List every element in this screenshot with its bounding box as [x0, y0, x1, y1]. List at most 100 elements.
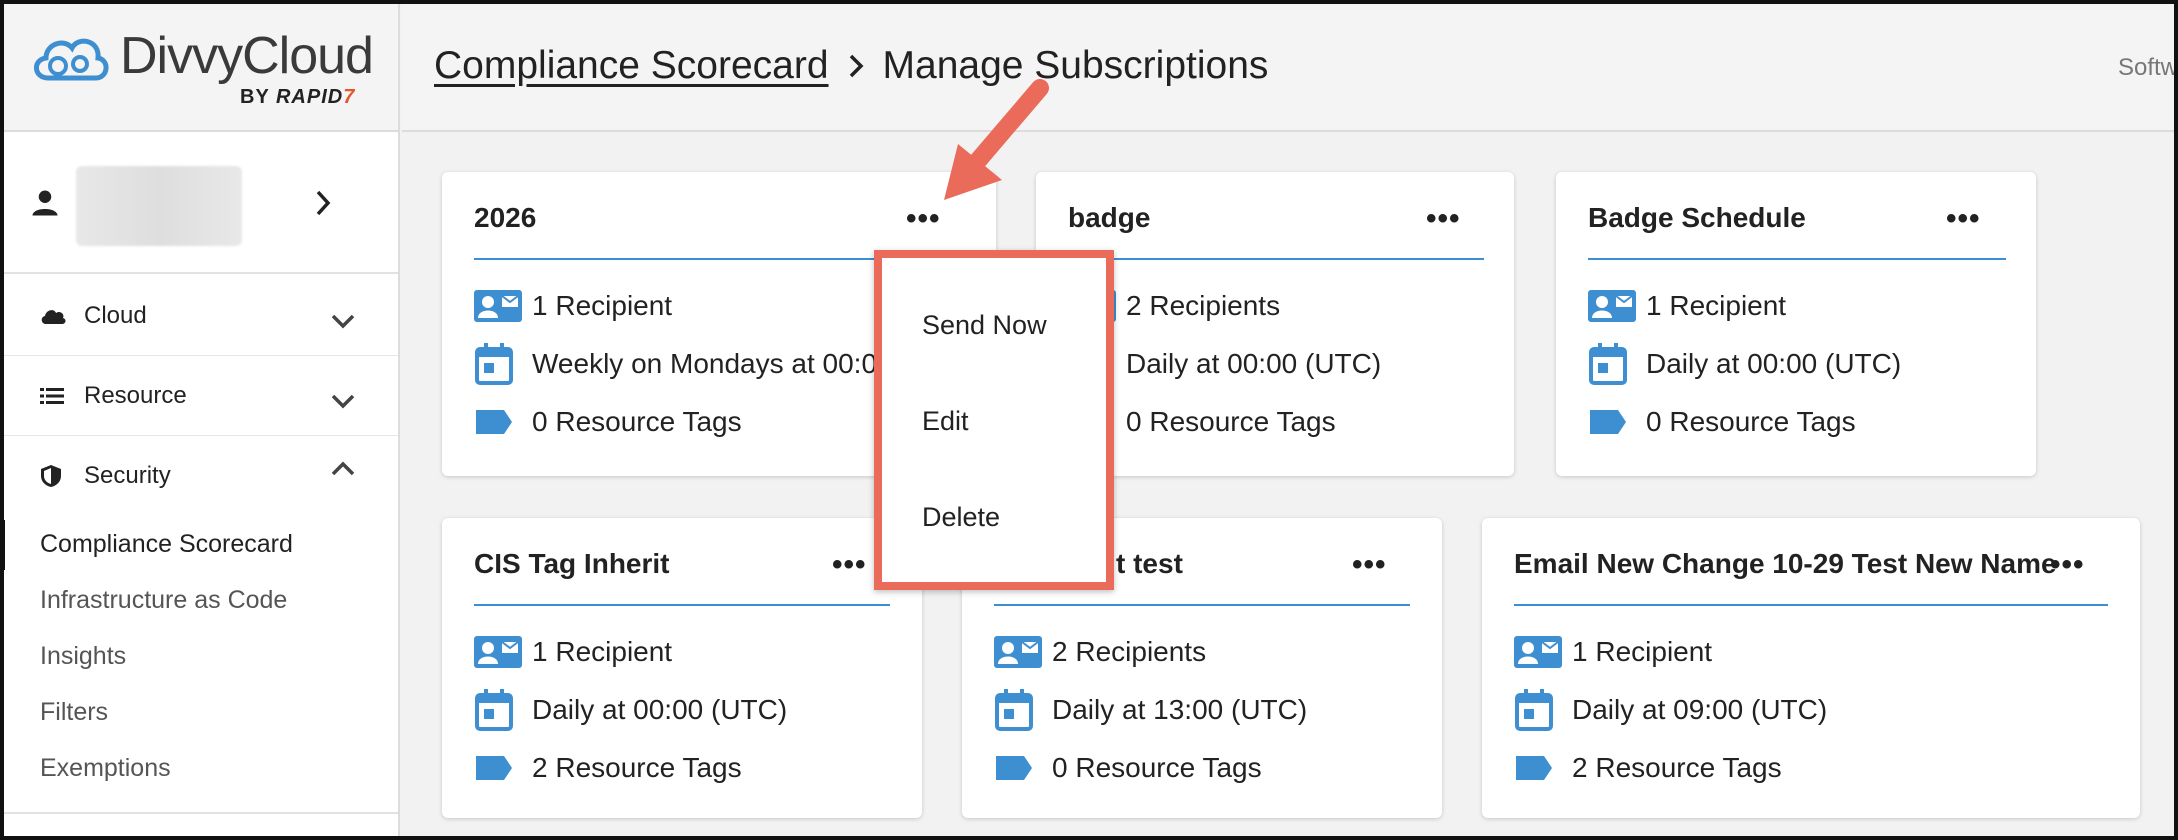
recipients-text: 1 Recipient	[532, 636, 673, 667]
recipients-text: 1 Recipient	[1646, 290, 1787, 321]
calendar-icon	[474, 689, 522, 731]
chevron-right-icon[interactable]	[312, 188, 334, 218]
user-menu[interactable]	[0, 134, 398, 274]
menu-item-send-now[interactable]: Send Now	[922, 310, 1047, 341]
tag-icon	[1514, 748, 1562, 788]
cloud-icon	[41, 309, 66, 324]
card-options-menu: Send Now Edit Delete	[874, 250, 1114, 590]
calendar-icon	[1514, 689, 1562, 731]
nav-cloud-label: Cloud	[84, 301, 147, 329]
tag-icon	[474, 402, 522, 442]
shield-icon	[41, 465, 61, 487]
recipients-text: 1 Recipient	[1572, 636, 1713, 667]
schedule-text: Daily at 00:00 (UTC)	[1126, 348, 1382, 379]
more-options-button[interactable]: •••	[1352, 548, 1387, 582]
nav-security-label: Security	[84, 462, 171, 489]
card-divider	[1514, 604, 2108, 606]
card-title: Badge Schedule	[1588, 202, 1806, 233]
card-title: 2026	[474, 202, 537, 233]
more-options-button[interactable]: •••	[832, 548, 867, 582]
user-icon	[32, 190, 58, 216]
page-header: Compliance Scorecard Manage Subscription…	[402, 0, 2178, 132]
sidebar-divider	[0, 812, 398, 814]
card-divider	[1068, 258, 1484, 260]
schedule-text: Weekly on Mondays at 00:00	[532, 348, 893, 379]
calendar-icon	[994, 689, 1042, 731]
subnav-infrastructure-as-code[interactable]: Infrastructure as Code	[40, 586, 287, 615]
nav-cloud[interactable]: Cloud	[0, 276, 398, 356]
card-recipients: 1 Recipient	[474, 286, 672, 326]
tags-text: 0 Resource Tags	[532, 406, 742, 437]
card-recipients: 1 Recipient	[1514, 632, 1712, 672]
tags-text: 2 Resource Tags	[1572, 752, 1782, 783]
card-recipients: 1 Recipient	[1588, 286, 1786, 326]
nav-resource[interactable]: Resource	[0, 356, 398, 436]
card-tags: 2 Resource Tags	[474, 748, 742, 788]
logo[interactable]: DivvyCloud BY RAPID7	[0, 0, 398, 132]
schedule-text: Daily at 00:00 (UTC)	[532, 694, 788, 725]
card-tags: 0 Resource Tags	[994, 748, 1262, 788]
menu-item-edit[interactable]: Edit	[922, 406, 969, 437]
tags-text: 0 Resource Tags	[1126, 406, 1336, 437]
card-schedule: Daily at 00:00 (UTC)	[1588, 343, 1902, 385]
tags-text: 2 Resource Tags	[532, 752, 742, 783]
more-options-button[interactable]: •••	[1426, 202, 1461, 236]
subscription-card: Badge Schedule ••• 1 Recipient Daily at …	[1556, 172, 2036, 476]
subnav-compliance-scorecard[interactable]: Compliance Scorecard	[40, 530, 293, 559]
card-recipients: 2 Recipients	[994, 632, 1206, 672]
more-options-button[interactable]: •••	[2050, 548, 2085, 582]
card-schedule: Daily at 13:00 (UTC)	[994, 689, 1308, 731]
recipients-text: 2 Recipients	[1052, 636, 1207, 667]
more-options-button[interactable]: •••	[1946, 202, 1981, 236]
active-indicator	[0, 520, 5, 570]
user-name-redacted	[76, 166, 242, 246]
card-schedule: Daily at 00:00 (UTC)	[474, 689, 788, 731]
card-divider	[1588, 258, 2006, 260]
tag-icon	[1588, 402, 1636, 442]
schedule-text: Daily at 00:00 (UTC)	[1646, 348, 1902, 379]
brand-by: BY	[240, 86, 270, 108]
brand-name: DivvyCloud	[120, 27, 374, 85]
recipients-text: 2 Recipients	[1126, 290, 1281, 321]
subnav-filters[interactable]: Filters	[40, 698, 108, 727]
chevron-up-icon[interactable]	[330, 460, 356, 478]
subscription-card: Email New Change 10-29 Test New Name •••…	[1482, 518, 2140, 818]
card-tags: 0 Resource Tags	[1588, 402, 1856, 442]
tag-icon	[994, 748, 1042, 788]
more-options-button[interactable]: •••	[906, 202, 941, 236]
chevron-down-icon[interactable]	[330, 312, 356, 330]
chevron-down-icon[interactable]	[330, 392, 356, 410]
sidebar: DivvyCloud BY RAPID7 Cloud Resource Secu…	[0, 0, 400, 840]
brand-rapid: RAPID	[275, 86, 344, 108]
calendar-icon	[1588, 343, 1636, 385]
recipient-card-icon	[994, 632, 1042, 672]
header-right-text: Softw	[2117, 54, 2178, 81]
card-schedule: Daily at 09:00 (UTC)	[1514, 689, 1827, 731]
recipient-card-icon	[474, 286, 522, 326]
menu-item-delete[interactable]: Delete	[922, 502, 1000, 533]
list-icon	[40, 387, 64, 404]
breadcrumb: Compliance Scorecard Manage Subscription…	[434, 44, 1268, 88]
card-schedule: Weekly on Mondays at 00:00	[474, 343, 893, 385]
card-divider	[474, 604, 890, 606]
divvycloud-logo-icon	[34, 38, 109, 81]
card-recipients: 1 Recipient	[474, 632, 672, 672]
subnav-insights[interactable]: Insights	[40, 642, 126, 671]
schedule-text: Daily at 13:00 (UTC)	[1052, 694, 1308, 725]
recipient-card-icon	[1588, 286, 1636, 326]
card-tags: 2 Resource Tags	[1514, 748, 1782, 788]
recipients-text: 1 Recipient	[532, 290, 673, 321]
tags-text: 0 Resource Tags	[1052, 752, 1262, 783]
breadcrumb-compliance-scorecard[interactable]: Compliance Scorecard	[434, 44, 829, 88]
card-title: t test	[1116, 548, 1183, 579]
brand-seven: 7	[343, 86, 356, 108]
recipient-card-icon	[1514, 632, 1562, 672]
subnav-exemptions[interactable]: Exemptions	[40, 754, 171, 783]
card-title: CIS Tag Inherit	[474, 548, 670, 579]
recipient-card-icon	[474, 632, 522, 672]
chevron-right-icon	[847, 52, 865, 80]
nav-security[interactable]: Security	[0, 436, 398, 516]
annotation-arrow-icon	[944, 79, 1049, 200]
card-schedule: Daily at 00:00 (UTC)	[1068, 343, 1382, 385]
card-divider	[994, 604, 1410, 606]
